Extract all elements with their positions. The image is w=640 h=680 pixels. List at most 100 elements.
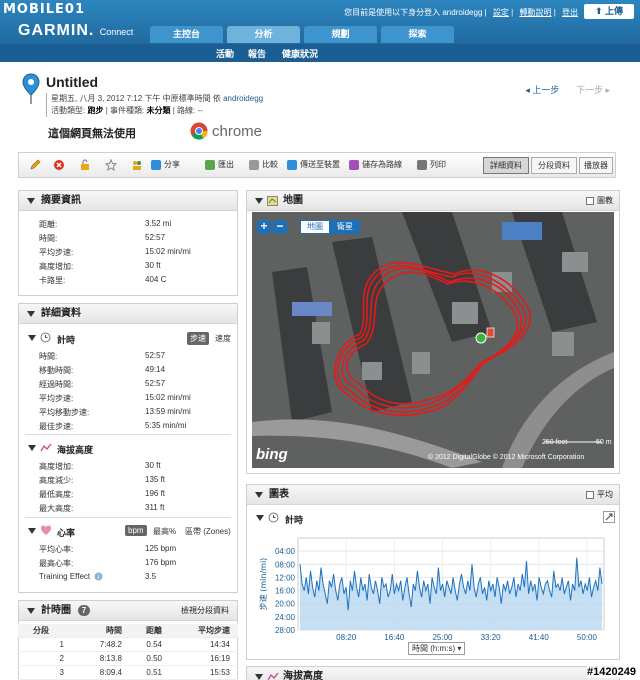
x-tick-label: 16:40	[384, 633, 405, 642]
delete-icon[interactable]	[53, 159, 65, 171]
tab-plan[interactable]: 規劃	[304, 26, 377, 43]
details-panel: 詳細資料 計時 步速 速度 時間: 52:57 移動時間: 49:14 經過時間: 52:…	[18, 303, 238, 593]
start-marker-icon[interactable]	[475, 332, 487, 344]
collapse-icon[interactable]	[27, 333, 37, 343]
star-icon[interactable]	[105, 159, 117, 171]
table-cell: 14:34	[209, 640, 230, 649]
tab-dashboard[interactable]: 主控台	[150, 26, 223, 43]
collapse-icon[interactable]	[27, 443, 37, 453]
average-toggle[interactable]: 平均	[586, 485, 613, 505]
save-route-button[interactable]: 儲存為路線	[349, 159, 402, 170]
legend-checkbox[interactable]	[586, 196, 594, 205]
stat-value: 404 C	[145, 275, 167, 284]
satellite-map[interactable]: + − 地圖 衛星 250 feet 50 m bing © 2012 Digi…	[252, 212, 614, 468]
map-copyright: © 2012 DigitalGlobe © 2012 Microsoft Cor…	[428, 454, 585, 461]
speed-toggle[interactable]: 速度	[215, 333, 231, 344]
collapse-icon[interactable]	[255, 513, 265, 523]
zoom-out-button[interactable]: −	[273, 220, 287, 234]
send-to-device-button[interactable]: 傳送至裝置	[287, 159, 340, 170]
upload-button[interactable]: ⬆ 上傳	[584, 4, 634, 19]
map-canvas	[252, 212, 614, 468]
lock-icon[interactable]	[79, 159, 91, 171]
chevron-down-icon: ▾	[457, 644, 462, 653]
stat-label: Training Effect	[39, 572, 91, 581]
print-button[interactable]: 列印	[417, 159, 446, 170]
pace-toggle[interactable]: 步速	[187, 332, 209, 345]
divider	[25, 517, 231, 518]
subnav-reports[interactable]: 報告	[248, 47, 266, 60]
sub-nav: 活動 報告 健康狀況	[0, 44, 640, 62]
edit-icon[interactable]	[29, 159, 41, 171]
table-cell: 15:53	[209, 668, 230, 677]
scale-meters: 50 m	[596, 439, 612, 446]
laps-header[interactable]: 計時圈 7 檢視分段資料	[19, 601, 237, 621]
elevation-chart-header[interactable]: 海拔高度	[247, 667, 619, 680]
finish-marker-icon[interactable]	[486, 327, 495, 338]
help-link[interactable]: 轉動說明	[519, 8, 551, 17]
max-pct-toggle[interactable]: 最高%	[153, 526, 176, 537]
x-tick-label: 08:20	[336, 633, 357, 642]
timing-title: 計時	[57, 335, 76, 345]
table-cell: 8:09.4	[99, 668, 122, 677]
prev-link[interactable]: ◂ 上一步	[525, 85, 559, 95]
share-button[interactable]: 分享	[151, 159, 180, 170]
stat-value: 30 ft	[145, 261, 161, 270]
event-type[interactable]: 未分類	[146, 106, 170, 115]
stat-label: 平均心率:	[39, 545, 74, 554]
table-cell: 0.50	[146, 654, 162, 663]
garmin-logo[interactable]: GARMIN. Connect	[18, 22, 133, 40]
activity-type[interactable]: 跑步	[87, 106, 103, 115]
tab-analysis[interactable]: 分析	[227, 26, 300, 43]
next-link[interactable]: 下一步 ▸	[576, 85, 610, 95]
details-header[interactable]: 詳細資料	[19, 304, 237, 324]
table-row[interactable]: 3 8:09.4 0.51 15:53	[18, 666, 238, 680]
user-link[interactable]: androidegg	[223, 94, 263, 103]
view-splits-link[interactable]: 檢視分段資料	[181, 601, 229, 621]
table-cell: 8:13.8	[99, 654, 122, 663]
average-checkbox[interactable]	[586, 490, 594, 499]
table-row[interactable]: 1 7:48.2 0.54 14:34	[18, 638, 238, 652]
divider	[25, 434, 231, 435]
tab-details[interactable]: 詳細資料	[483, 157, 529, 174]
activity-title[interactable]: Untitled	[46, 74, 98, 90]
compare-button[interactable]: 比較	[249, 159, 278, 170]
table-cell: 3	[59, 668, 64, 677]
legend-toggle[interactable]: 圖教	[586, 191, 613, 211]
subnav-activities[interactable]: 活動	[216, 47, 234, 60]
tab-splits[interactable]: 分段資料	[531, 157, 577, 174]
summary-header[interactable]: 摘要資訊	[19, 191, 237, 211]
activity-toolbar: 分享 匯出 比較 傳送至裝置 儲存為路線 列印 詳細資料 分段資料 播放器	[18, 152, 616, 178]
logout-link[interactable]: 登出	[562, 8, 578, 17]
map-type-satellite[interactable]: 衛星	[330, 220, 360, 234]
settings-link[interactable]: 設定	[493, 8, 509, 17]
stat-label: 時間:	[39, 234, 58, 243]
tab-player[interactable]: 播放器	[579, 157, 613, 174]
collapse-icon[interactable]	[27, 526, 37, 536]
tab-explore[interactable]: 探索	[381, 26, 454, 43]
chart-header[interactable]: 圖表 平均	[247, 485, 619, 505]
chrome-logo: chrome	[190, 122, 262, 140]
x-tick-label: 50:00	[577, 633, 598, 642]
subnav-health[interactable]: 健康狀況	[282, 47, 318, 60]
people-icon[interactable]	[131, 159, 143, 171]
zones-toggle[interactable]: 區帶 (Zones)	[185, 526, 231, 537]
map-header[interactable]: 地圖 圖教	[247, 191, 619, 211]
map-type-road[interactable]: 地圖	[300, 220, 330, 234]
bpm-toggle[interactable]: bpm	[125, 525, 147, 536]
table-row[interactable]: 2 8:13.8 0.50 16:19	[18, 652, 238, 666]
stat-label: 經過時間:	[39, 380, 74, 389]
post-id: #1420249	[587, 666, 636, 678]
export-button[interactable]: 匯出	[205, 159, 234, 170]
activity-meta: 星期五, 八月 3, 2012 7:12 下午 中原標準時間 依 android…	[46, 93, 263, 117]
y-tick-label: 28:00	[275, 626, 296, 635]
expand-icon[interactable]	[603, 511, 615, 523]
chart-timing-title: 計時	[285, 515, 304, 525]
clock-icon	[268, 512, 279, 523]
stat-label: 平均步速:	[39, 394, 74, 403]
info-icon[interactable]: i	[94, 572, 103, 581]
map-type-switch: 地圖 衛星	[300, 220, 360, 234]
stat-value: 125 bpm	[145, 544, 177, 553]
pace-chart[interactable]: 04:00 08:00 12:00 16:00 20:00 24:00 28:00 08:20…	[254, 534, 610, 646]
zoom-in-button[interactable]: +	[257, 220, 271, 234]
x-axis-select[interactable]: 時間 (h:m:s) ▾	[408, 642, 466, 655]
